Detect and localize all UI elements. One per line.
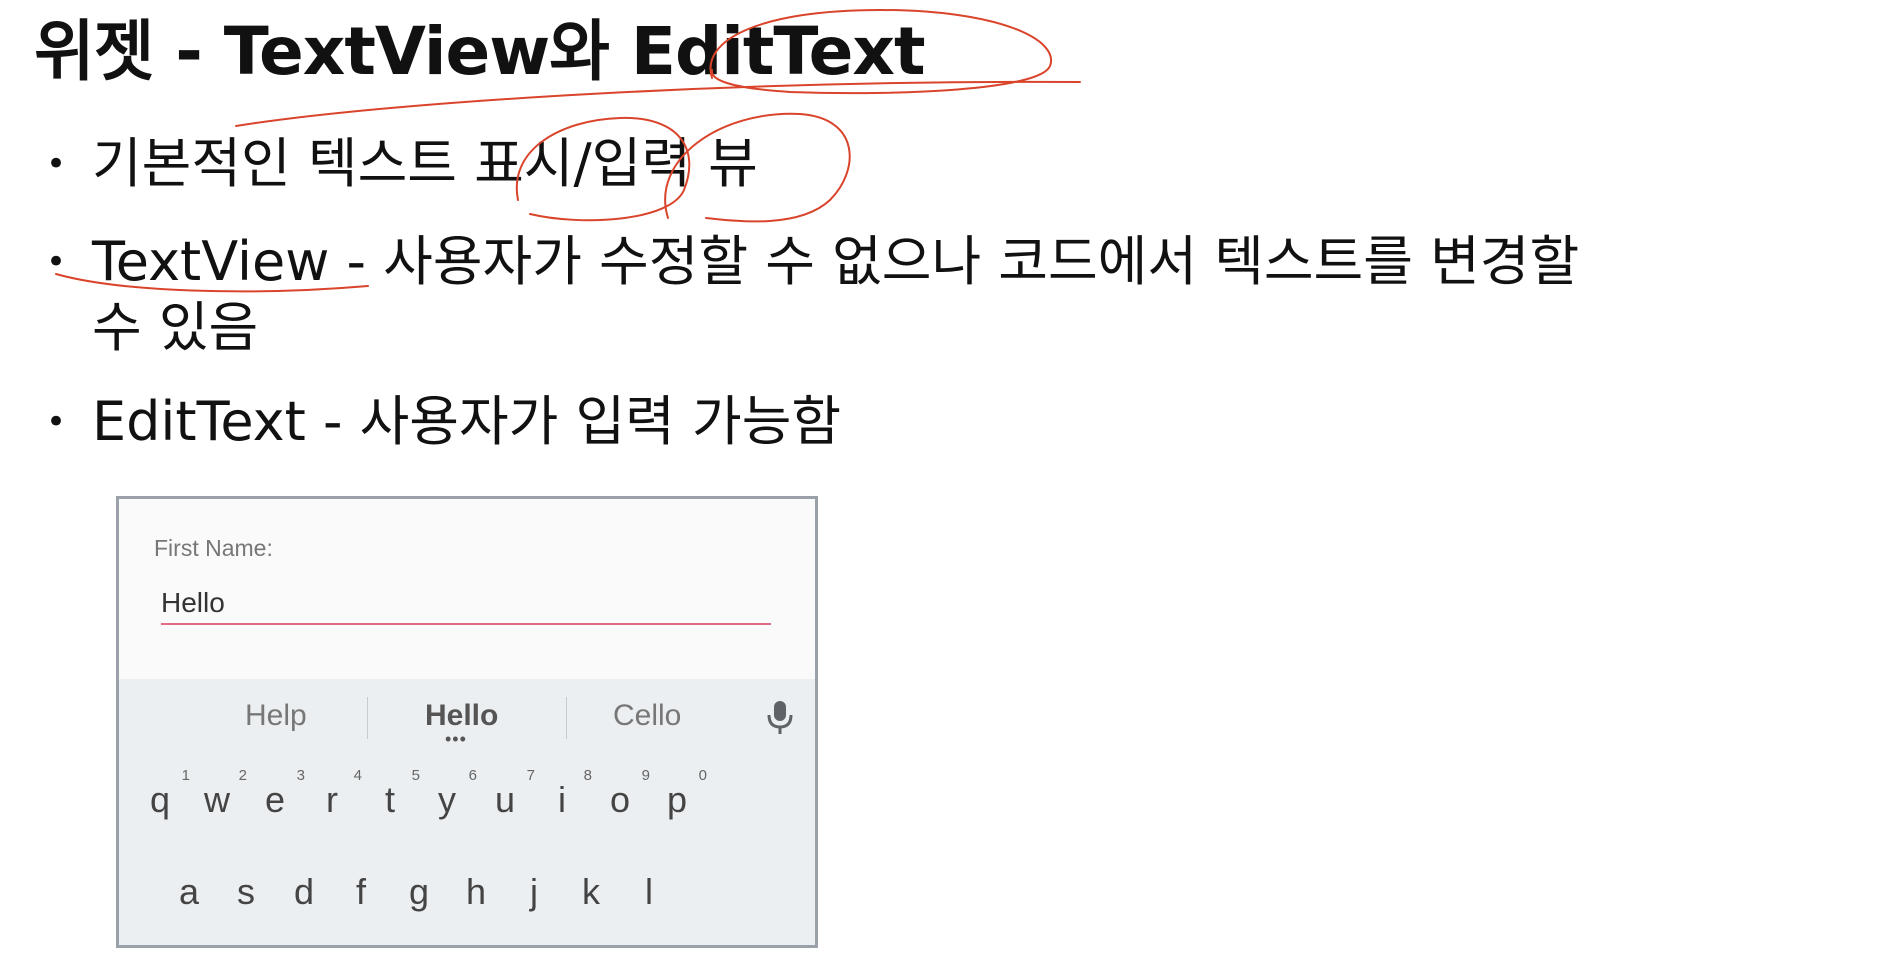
phone-screenshot: First Name: Help Hello ••• Cello q1w2e3r… xyxy=(116,496,818,948)
key-letter: o xyxy=(609,779,631,820)
key-o[interactable]: o9 xyxy=(590,767,650,821)
key-w[interactable]: w2 xyxy=(187,767,247,821)
key-letter: r xyxy=(326,779,338,820)
slide-title: 위젯 - TextView와 EditText xyxy=(34,13,926,90)
key-q[interactable]: q1 xyxy=(130,767,190,821)
suggestion-right[interactable]: Cello xyxy=(613,699,681,733)
first-name-label: First Name: xyxy=(154,535,273,561)
key-g[interactable]: g xyxy=(389,871,449,913)
key-i[interactable]: i8 xyxy=(532,767,592,821)
key-letter: e xyxy=(264,779,286,820)
key-letter: i xyxy=(558,779,566,820)
suggestion-divider xyxy=(367,697,368,739)
key-j[interactable]: j xyxy=(504,871,564,913)
form-area: First Name: xyxy=(119,499,815,679)
suggestion-left[interactable]: Help xyxy=(245,699,307,733)
bullet-dot-icon: • xyxy=(46,402,67,442)
bullet-text: 기본적인 텍스트 표시/입력 뷰 xyxy=(92,132,758,195)
key-f[interactable]: f xyxy=(331,871,391,913)
suggestion-more-dots: ••• xyxy=(445,729,467,749)
key-letter: q xyxy=(149,779,171,820)
key-number-hint: 0 xyxy=(698,767,707,784)
bullet-text: EditText - 사용자가 입력 가능함 xyxy=(92,390,842,453)
suggestion-divider xyxy=(566,697,567,739)
key-letter: u xyxy=(494,779,516,820)
key-h[interactable]: h xyxy=(446,871,506,913)
suggestion-center[interactable]: Hello xyxy=(425,699,498,733)
key-y[interactable]: y6 xyxy=(417,767,477,821)
first-name-input[interactable] xyxy=(161,583,771,625)
key-letter: y xyxy=(438,779,456,820)
bullet-dot-icon: • xyxy=(46,144,67,184)
bullet-text-continuation: 수 있음 xyxy=(92,296,259,359)
key-e[interactable]: e3 xyxy=(245,767,305,821)
suggestion-bar: Help Hello ••• Cello xyxy=(119,679,815,753)
key-letter: w xyxy=(204,779,230,820)
key-d[interactable]: d xyxy=(274,871,334,913)
key-l[interactable]: l xyxy=(619,871,679,913)
key-letter: t xyxy=(384,779,395,820)
key-a[interactable]: a xyxy=(159,871,219,913)
key-k[interactable]: k xyxy=(561,871,621,913)
keyboard: q1w2e3r4t5y6u7i8o9p0 asdfghjkl xyxy=(119,753,815,945)
key-letter: p xyxy=(666,779,688,820)
key-s[interactable]: s xyxy=(216,871,276,913)
bullet-dot-icon: • xyxy=(46,242,67,282)
key-t[interactable]: t5 xyxy=(360,767,420,821)
key-r[interactable]: r4 xyxy=(302,767,362,821)
key-u[interactable]: u7 xyxy=(475,767,535,821)
bullet-text: TextView - 사용자가 수정할 수 없으나 코드에서 텍스트를 변경할 xyxy=(92,230,1580,293)
key-p[interactable]: p0 xyxy=(647,767,707,821)
mic-icon[interactable] xyxy=(760,697,800,737)
